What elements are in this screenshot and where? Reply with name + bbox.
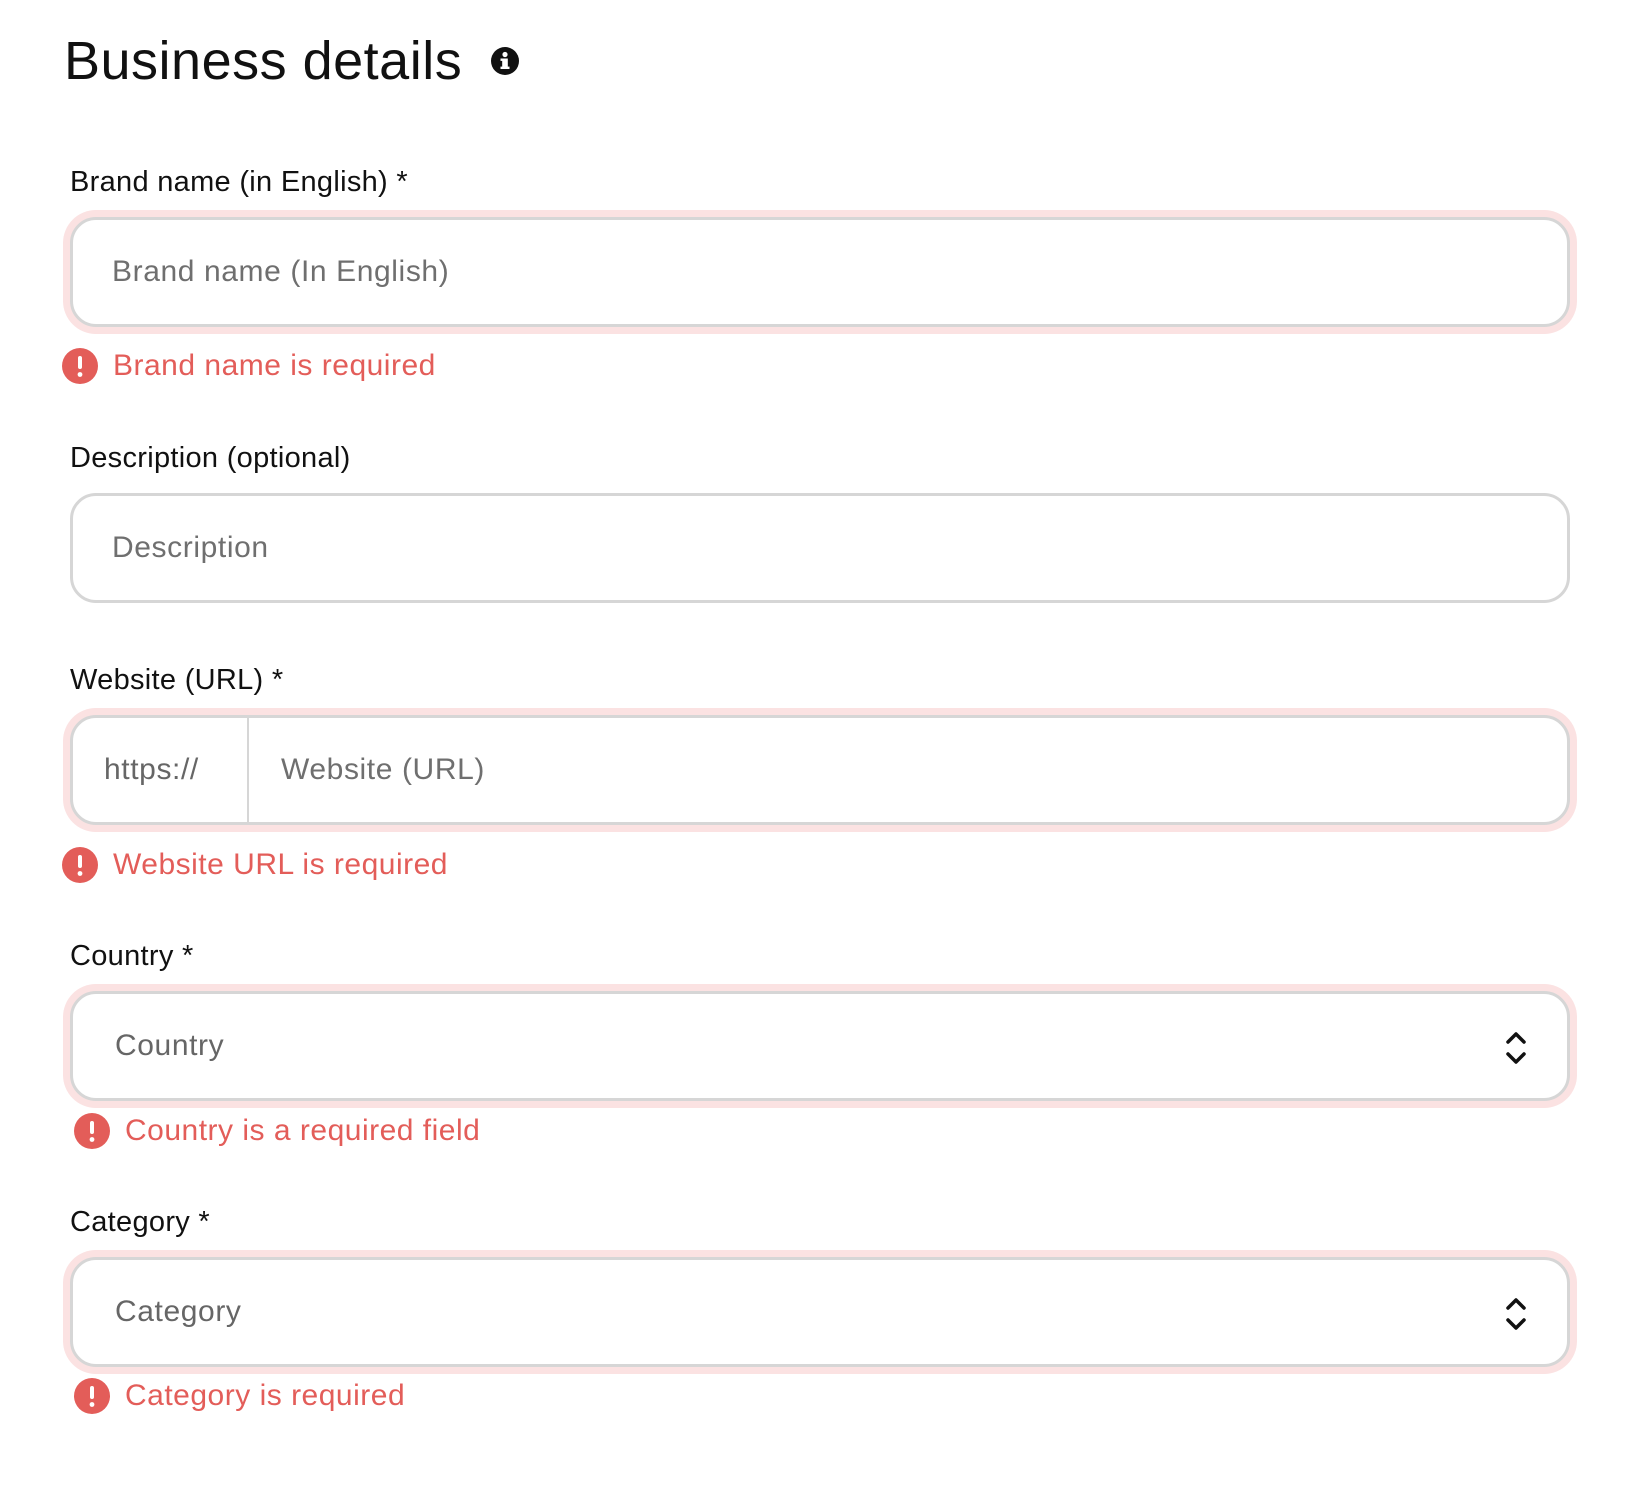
country-error: Country is a required field xyxy=(74,1113,480,1149)
website-field: https:// xyxy=(70,715,1570,825)
page-title-row: Business details xyxy=(64,30,520,92)
website-error-text: Website URL is required xyxy=(113,848,448,881)
brand-name-error-text: Brand name is required xyxy=(113,349,436,382)
country-label: Country * xyxy=(70,940,194,972)
country-error-text: Country is a required field xyxy=(125,1114,481,1147)
category-error: Category is required xyxy=(74,1378,405,1414)
info-icon[interactable] xyxy=(490,46,520,76)
alert-icon xyxy=(62,348,98,384)
website-input[interactable] xyxy=(249,718,1567,822)
website-label: Website (URL) * xyxy=(70,664,284,696)
brand-name-field xyxy=(70,217,1570,327)
category-label: Category * xyxy=(70,1206,211,1238)
country-select[interactable]: Country xyxy=(70,991,1570,1101)
category-select-value: Category xyxy=(115,1295,242,1328)
category-error-text: Category is required xyxy=(125,1379,406,1412)
alert-icon xyxy=(74,1113,110,1149)
page-title: Business details xyxy=(64,31,463,91)
brand-name-input[interactable] xyxy=(73,220,1567,324)
description-field xyxy=(70,493,1570,603)
alert-icon xyxy=(62,847,98,883)
description-input[interactable] xyxy=(73,496,1567,600)
description-label: Description (optional) xyxy=(70,442,351,474)
category-select[interactable]: Category xyxy=(70,1257,1570,1367)
brand-name-error: Brand name is required xyxy=(62,348,436,384)
chevron-up-down-icon xyxy=(1506,1032,1526,1064)
url-prefix: https:// xyxy=(73,718,249,822)
website-error: Website URL is required xyxy=(62,847,448,883)
chevron-up-down-icon xyxy=(1506,1298,1526,1330)
alert-icon xyxy=(74,1378,110,1414)
brand-name-label: Brand name (in English) * xyxy=(70,166,408,198)
country-select-value: Country xyxy=(115,1029,225,1062)
